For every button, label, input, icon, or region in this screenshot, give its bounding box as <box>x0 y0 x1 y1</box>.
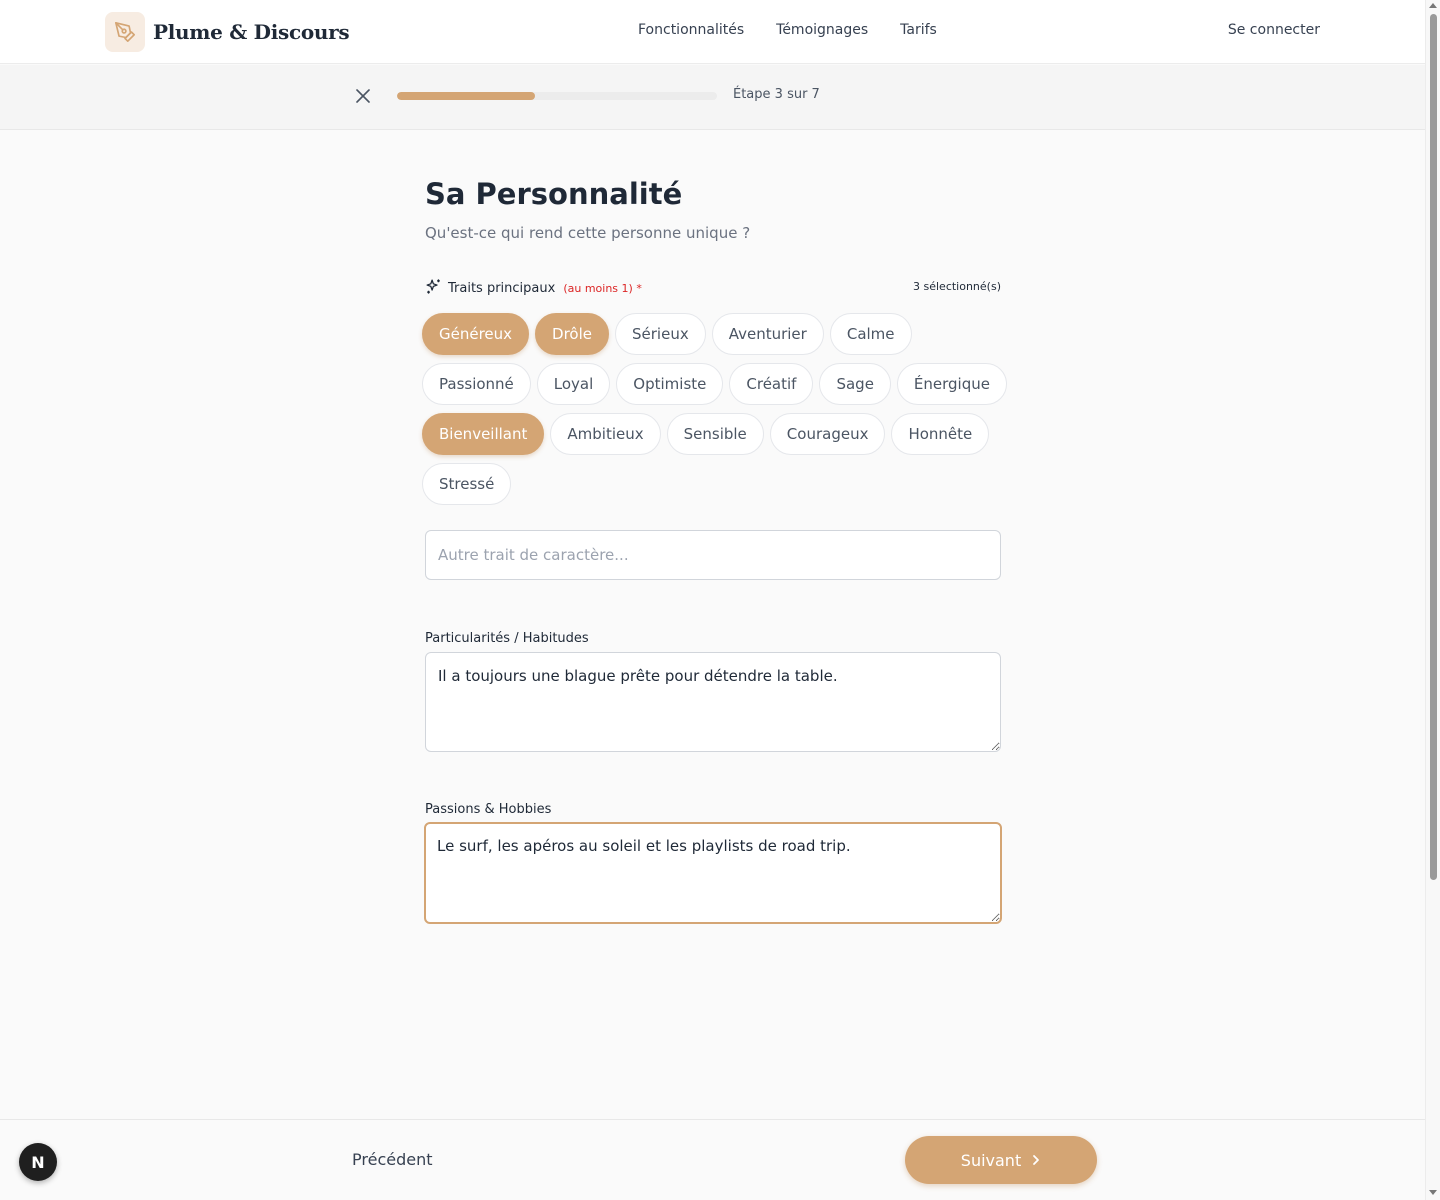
scroll-thumb[interactable] <box>1430 14 1437 880</box>
nav-item-temoignages[interactable]: Témoignages <box>776 22 868 38</box>
brand[interactable]: Plume & Discours <box>105 12 350 52</box>
scroll-up-arrow-icon[interactable] <box>1429 3 1437 8</box>
trait-chip[interactable]: Généreux <box>422 313 530 355</box>
trait-chip[interactable]: Sérieux <box>615 313 706 355</box>
trait-chip[interactable]: Loyal <box>536 363 611 405</box>
trait-chip[interactable]: Sensible <box>666 413 764 455</box>
progress-header: Étape 3 sur 7 <box>0 65 1425 130</box>
other-trait-input[interactable] <box>425 530 1001 580</box>
traits-selected-count: 3 sélectionné(s) <box>913 280 1001 293</box>
nav-item-fonctionnalites[interactable]: Fonctionnalités <box>638 22 744 38</box>
trait-chip[interactable]: Sage <box>819 363 891 405</box>
trait-chip[interactable]: Aventurier <box>711 313 824 355</box>
trait-chip[interactable]: Stressé <box>422 463 512 505</box>
next-button-label: Suivant <box>960 1150 1022 1170</box>
previous-button[interactable]: Précédent <box>352 1150 433 1169</box>
top-navbar: Plume & Discours Fonctionnalités Témoign… <box>0 0 1425 64</box>
trait-chip[interactable]: Bienveillant <box>422 413 545 455</box>
sparkles-icon <box>425 278 442 299</box>
trait-chips: Généreux Drôle Sérieux Aventurier Calme Passi… <box>422 313 1022 505</box>
page-scrollbar[interactable] <box>1425 0 1440 1200</box>
trait-chip[interactable]: Créatif <box>729 363 814 405</box>
traits-required-hint: (au moins 1) * <box>563 281 642 295</box>
page-title: Sa Personnalité <box>425 177 683 211</box>
passions-label: Passions & Hobbies <box>425 802 552 817</box>
trait-chip[interactable]: Énergique <box>896 363 1007 405</box>
main-nav: Fonctionnalités Témoignages Tarifs <box>638 22 937 38</box>
brand-name: Plume & Discours <box>153 20 350 44</box>
wizard-footer: Précédent Suivant <box>0 1119 1425 1200</box>
trait-chip[interactable]: Drôle <box>535 313 610 355</box>
passions-textarea[interactable]: Le surf, les apéros au soleil et les pla… <box>424 822 1002 924</box>
progress-fill <box>397 92 535 100</box>
trait-chip[interactable]: Optimiste <box>616 363 724 405</box>
trait-chip[interactable]: Passionné <box>422 363 531 405</box>
chevron-right-icon <box>1031 1151 1041 1170</box>
habits-textarea[interactable]: Il a toujours une blague prête pour déte… <box>425 652 1001 752</box>
page-subtitle: Qu'est-ce qui rend cette personne unique… <box>425 224 751 242</box>
progress-track <box>397 92 717 100</box>
trait-chip[interactable]: Ambitieux <box>550 413 661 455</box>
step-label: Étape 3 sur 7 <box>733 87 820 102</box>
next-button[interactable]: Suivant <box>905 1136 1097 1184</box>
habits-label: Particularités / Habitudes <box>425 631 589 646</box>
traits-label: Traits principaux <box>448 280 556 296</box>
dev-tools-badge[interactable]: N <box>19 1143 57 1181</box>
pen-nib-icon <box>105 12 145 52</box>
trait-chip[interactable]: Honnête <box>891 413 990 455</box>
login-link[interactable]: Se connecter <box>1228 22 1320 38</box>
scroll-down-arrow-icon[interactable] <box>1429 1190 1437 1195</box>
nav-item-tarifs[interactable]: Tarifs <box>900 22 937 38</box>
close-icon[interactable] <box>353 86 373 106</box>
trait-chip[interactable]: Calme <box>829 313 912 355</box>
trait-chip[interactable]: Courageux <box>769 413 886 455</box>
traits-header: Traits principaux (au moins 1) * 3 sélec… <box>425 278 1001 298</box>
